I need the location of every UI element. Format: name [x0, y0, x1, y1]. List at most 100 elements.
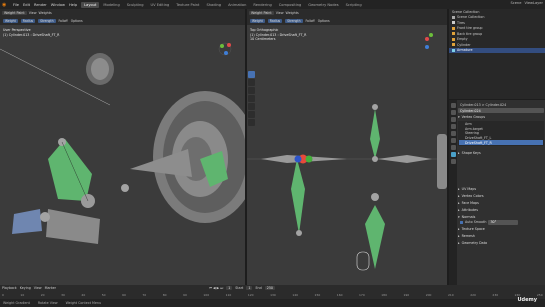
left-falloff-menu[interactable]: Falloff	[59, 19, 68, 23]
tab-animation[interactable]: Animation	[225, 2, 249, 8]
world-tab-icon[interactable]	[450, 131, 456, 136]
ruler-tick: 80	[162, 293, 167, 297]
output-tab-icon[interactable]	[450, 117, 456, 122]
draw-tool-icon[interactable]	[248, 71, 255, 78]
menu-help[interactable]: Help	[69, 3, 77, 7]
menu-render[interactable]: Render	[34, 3, 47, 7]
average-tool-icon[interactable]	[248, 87, 255, 94]
play-controls-icon[interactable]: ⏮ ◀ ▶ ⏭	[209, 286, 223, 290]
tool-tab-icon[interactable]	[450, 103, 456, 108]
material-tab-icon[interactable]	[450, 159, 456, 164]
ruler-tick: 170	[359, 293, 365, 297]
auto-smooth-row: Auto Smooth 30°	[458, 219, 544, 225]
vertex-group-item[interactable]: DriveShaft_FT_R	[459, 140, 543, 145]
face-maps-header[interactable]: ▸ Face Maps	[458, 200, 544, 206]
ruler-tick: 90	[183, 293, 187, 297]
status-context-menu: Weight Context Menu	[65, 301, 102, 305]
remesh-header[interactable]: ▸ Remesh	[458, 233, 544, 239]
start-frame-field[interactable]: 1	[246, 286, 253, 290]
right-view-menu[interactable]: View	[276, 11, 284, 15]
shape-keys-header[interactable]: ▸ Shape Keys	[458, 150, 544, 156]
left-weights-menu[interactable]: Weights	[39, 11, 52, 15]
left-options-menu[interactable]: Options	[71, 19, 83, 23]
right-radius-field[interactable]: Radius	[267, 19, 283, 23]
timeline: Playback Keying View Marker ⏮ ◀ ▶ ⏭ 1 St…	[0, 285, 545, 299]
texture-space-header[interactable]: ▸ Texture Space	[458, 226, 544, 232]
keying-menu[interactable]: Keying	[20, 286, 31, 290]
modifier-tab-icon[interactable]	[450, 145, 456, 150]
ruler-tick: 180	[381, 293, 387, 297]
properties-content: Cylinder.013 > Cylinder.024 Cylinder.024…	[458, 102, 544, 246]
object-tab-icon[interactable]	[450, 138, 456, 143]
mesh-name-field[interactable]: Cylinder.024	[458, 108, 544, 113]
left-weight-field[interactable]: Weight	[3, 19, 18, 23]
uv-maps-header[interactable]: ▸ UV Maps	[458, 186, 544, 192]
menu-edit[interactable]: Edit	[23, 3, 30, 7]
vertex-groups-header[interactable]: ▾ Vertex Groups	[458, 114, 544, 120]
back-tire	[86, 53, 114, 85]
timeline-view-menu[interactable]: View	[34, 286, 42, 290]
right-weight-field[interactable]: Weight	[250, 19, 265, 23]
left-viewport-header: Weight Paint View Weights	[0, 9, 245, 17]
blender-logo-icon[interactable]: ◉	[2, 2, 10, 8]
scene-selector[interactable]: Scene	[510, 1, 521, 5]
menu-file[interactable]: File	[13, 3, 19, 7]
annotate-tool-icon[interactable]	[248, 119, 255, 126]
ruler-tick: 130	[270, 293, 276, 297]
auto-smooth-checkbox[interactable]	[460, 220, 463, 224]
view-layer-selector[interactable]: ViewLayer	[524, 1, 543, 5]
tab-modeling[interactable]: Modeling	[100, 2, 122, 8]
vertex-group-list: Arm Arm.target Steering DriveShaft_FT_L …	[458, 121, 544, 146]
data-tab-icon[interactable]	[450, 152, 456, 157]
right-viewport[interactable]: Weight Paint View Weights Weight Radius …	[247, 9, 447, 285]
tab-rendering[interactable]: Rendering	[250, 2, 274, 8]
sample-tool-icon[interactable]	[248, 111, 255, 118]
gradient-tool-icon[interactable]	[248, 103, 255, 110]
end-frame-field[interactable]: 250	[264, 286, 276, 290]
blur-tool-icon[interactable]	[248, 79, 255, 86]
tab-compositing[interactable]: Compositing	[276, 2, 305, 8]
tab-scripting[interactable]: Scripting	[343, 2, 365, 8]
tab-shading[interactable]: Shading	[203, 2, 224, 8]
attributes-header[interactable]: ▸ Attributes	[458, 207, 544, 213]
menu-window[interactable]: Window	[51, 3, 65, 7]
vertex-colors-header[interactable]: ▸ Vertex Colors	[458, 193, 544, 199]
left-viewport[interactable]: Weight Paint View Weights Weight Radius …	[0, 9, 245, 285]
tab-texture-paint[interactable]: Texture Paint	[173, 2, 202, 8]
right-falloff-menu[interactable]: Falloff	[306, 19, 315, 23]
right-options-menu[interactable]: Options	[318, 19, 330, 23]
scene-tab-icon[interactable]	[450, 124, 456, 129]
status-rotate-view: Rotate View	[37, 301, 58, 305]
start-label: Start	[235, 286, 244, 290]
ruler-tick: 120	[247, 293, 254, 297]
ruler-tick: 110	[225, 293, 232, 297]
left-radius-field[interactable]: Radius	[20, 19, 36, 23]
right-strength-field[interactable]: Strength	[285, 19, 303, 23]
current-frame-field[interactable]: 1	[226, 286, 233, 290]
toolbar	[248, 71, 255, 126]
left-viewport-info: User Perspective (1) Cylinder.013 : Driv…	[3, 28, 59, 37]
smear-tool-icon[interactable]	[248, 95, 255, 102]
tab-layout[interactable]: Layout	[81, 1, 100, 8]
tab-geometry-nodes[interactable]: Geometry Nodes	[305, 2, 341, 8]
playback-menu[interactable]: Playback	[2, 286, 17, 290]
outliner-item-armature[interactable]: Armature	[449, 47, 545, 53]
right-weights-menu[interactable]: Weights	[286, 11, 299, 15]
ruler-tick: 140	[292, 293, 299, 297]
status-weight-gradient: Weight Gradient	[3, 301, 30, 305]
left-strength-field[interactable]: Strength	[38, 19, 56, 23]
tab-sculpting[interactable]: Sculpting	[124, 2, 147, 8]
ruler-tick: 210	[447, 293, 454, 297]
tab-uv-editing[interactable]: UV Editing	[148, 2, 173, 8]
render-tab-icon[interactable]	[450, 110, 456, 115]
left-view-menu[interactable]: View	[29, 11, 37, 15]
marker-menu[interactable]: Marker	[45, 286, 56, 290]
auto-smooth-angle-field[interactable]: 30°	[488, 219, 519, 225]
properties-panel: Cylinder.013 > Cylinder.024 Cylinder.024…	[449, 100, 545, 285]
ruler-tick: 220	[470, 293, 476, 297]
timeline-ruler[interactable]: 0 10 20 30 40 50 60 70 80 90 100 110 120…	[2, 293, 543, 298]
ruler-tick: 200	[425, 293, 432, 297]
left-mode-selector[interactable]: Weight Paint	[2, 11, 27, 15]
geometry-data-header[interactable]: ▸ Geometry Data	[458, 240, 544, 246]
right-mode-selector[interactable]: Weight Paint	[249, 11, 274, 15]
